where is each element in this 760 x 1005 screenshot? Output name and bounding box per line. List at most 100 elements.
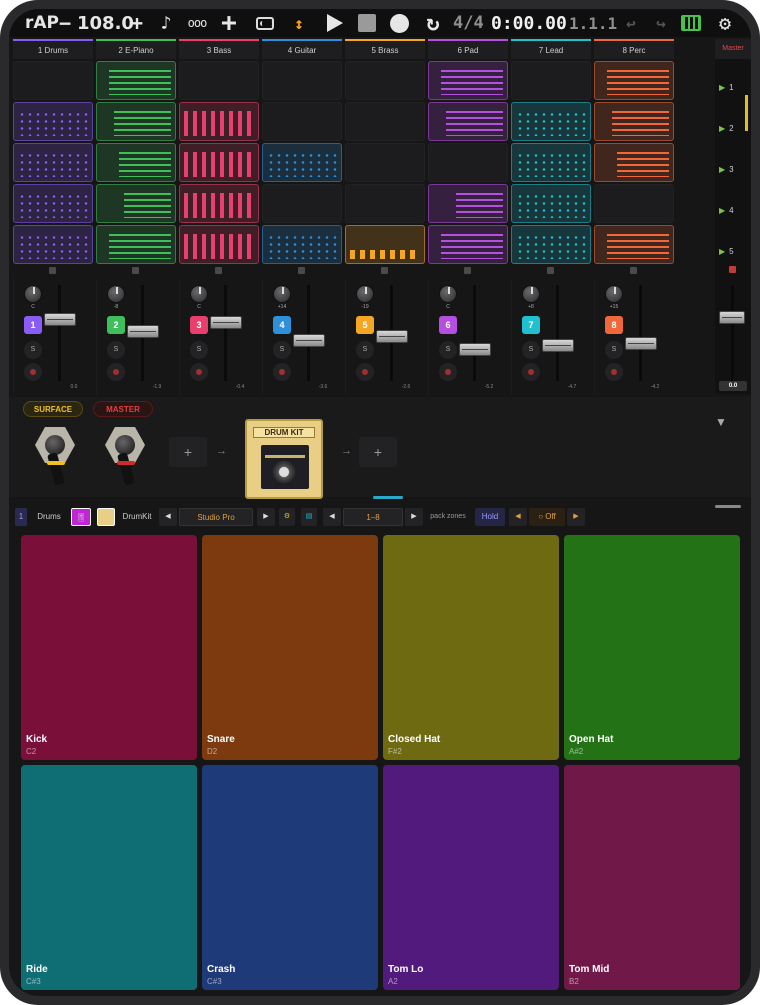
clip-stop-button[interactable] (215, 267, 222, 274)
track-header[interactable]: 1 Drums (13, 39, 93, 59)
master-label[interactable]: MASTER (93, 401, 153, 417)
collapse-icon[interactable]: ▼ (715, 415, 727, 429)
tempo-increase-button[interactable]: + (129, 11, 145, 35)
drum-pad[interactable]: Crash C#3 (202, 765, 378, 990)
channel-number-button[interactable]: 8 (605, 316, 623, 334)
clip-slot-filled[interactable] (428, 102, 508, 141)
drum-pad[interactable]: Tom Mid B2 (564, 765, 740, 990)
stop-icon[interactable] (355, 11, 379, 35)
clip-slot-filled[interactable] (511, 102, 591, 141)
cycle-icon[interactable]: ↻ (421, 11, 445, 36)
latch-prev-button[interactable]: ◀ (509, 508, 527, 526)
channel-number-button[interactable]: 6 (439, 316, 457, 334)
volume-fader[interactable] (376, 330, 408, 343)
keyboard-icon[interactable] (679, 11, 703, 35)
channel-number-button[interactable]: 2 (107, 316, 125, 334)
record-arm-button[interactable] (190, 363, 208, 381)
record-arm-button[interactable] (356, 363, 374, 381)
range-prev-button[interactable]: ◀ (323, 508, 341, 526)
document-small-icon[interactable]: ▤ (301, 508, 317, 526)
drum-kit-instrument[interactable]: DRUM KIT (245, 419, 323, 499)
clip-slot-filled[interactable] (511, 143, 591, 182)
range-next-button[interactable]: ▶ (405, 508, 423, 526)
gear-icon[interactable]: ⚙ (713, 11, 737, 35)
record-arm-button[interactable] (522, 363, 540, 381)
clip-slot-empty[interactable] (262, 102, 342, 141)
channel-number-button[interactable]: 5 (356, 316, 374, 334)
volume-fader[interactable] (542, 339, 574, 352)
clip-stop-button[interactable] (49, 267, 56, 274)
solo-button[interactable]: S (107, 341, 125, 359)
scene-launch-button[interactable]: ▶ 4 (719, 206, 747, 218)
up-down-icon[interactable]: ↕ (289, 11, 309, 35)
volume-fader[interactable] (210, 316, 242, 329)
clip-slot-filled[interactable] (345, 225, 425, 264)
track-header[interactable]: 8 Perc (594, 39, 674, 59)
clip-slot-empty[interactable] (345, 143, 425, 182)
pan-knob[interactable] (107, 285, 125, 303)
pan-knob[interactable] (190, 285, 208, 303)
add-effect-after-button[interactable]: + (359, 437, 397, 467)
track-header[interactable]: 5 Brass (345, 39, 425, 59)
channel-number-button[interactable]: 7 (522, 316, 540, 334)
record-arm-button[interactable] (24, 363, 42, 381)
play-icon[interactable] (323, 11, 347, 35)
track-header[interactable]: 6 Pad (428, 39, 508, 59)
clip-slot-filled[interactable] (262, 143, 342, 182)
clip-slot-filled[interactable] (13, 102, 93, 141)
clip-slot-filled[interactable] (511, 184, 591, 223)
scene-launch-button[interactable]: ▶ 2 (719, 124, 747, 136)
clip-slot-filled[interactable] (13, 225, 93, 264)
track-header[interactable]: 3 Bass (179, 39, 259, 59)
clip-slot-filled[interactable] (13, 184, 93, 223)
clip-slot-filled[interactable] (179, 225, 259, 264)
loop-icon[interactable]: ooo (185, 11, 209, 35)
volume-fader[interactable] (625, 337, 657, 350)
solo-button[interactable]: S (605, 341, 623, 359)
record-icon[interactable] (387, 11, 411, 35)
latch-value[interactable]: ○ Off (529, 508, 565, 526)
volume-fader[interactable] (459, 343, 491, 356)
record-arm-button[interactable] (107, 363, 125, 381)
drum-pad[interactable]: Kick C2 (21, 535, 197, 760)
clip-slot-filled[interactable] (262, 225, 342, 264)
track-header[interactable]: 2 E-Piano (96, 39, 176, 59)
redo-icon[interactable]: ↪ (651, 11, 671, 35)
time-signature[interactable]: 4/4 (453, 11, 484, 35)
track-header[interactable]: 7 Lead (511, 39, 591, 59)
latch-next-button[interactable]: ▶ (567, 508, 585, 526)
record-arm-button[interactable] (439, 363, 457, 381)
scene-launch-button[interactable]: ▶ 5 (719, 247, 747, 259)
clip-slot-filled[interactable] (179, 143, 259, 182)
volume-fader[interactable] (293, 334, 325, 347)
pan-knob[interactable] (439, 285, 457, 303)
clip-slot-filled[interactable] (179, 184, 259, 223)
channel-number-button[interactable]: 1 (24, 316, 42, 334)
tempo-value[interactable]: 108.0 (77, 11, 134, 35)
add-effect-before-button[interactable]: + (169, 437, 207, 467)
volume-fader[interactable] (44, 313, 76, 326)
solo-button[interactable]: S (356, 341, 374, 359)
clip-slot-filled[interactable] (594, 102, 674, 141)
tempo-decrease-button[interactable]: − (57, 11, 73, 35)
clip-stop-button[interactable] (630, 267, 637, 274)
clip-slot-empty[interactable] (511, 61, 591, 100)
solo-button[interactable]: S (273, 341, 291, 359)
pack-zones-button[interactable]: pack zones (427, 508, 469, 526)
hold-button[interactable]: Hold (475, 508, 505, 526)
clip-slot-empty[interactable] (262, 61, 342, 100)
clip-stop-button[interactable] (464, 267, 471, 274)
clip-slot-empty[interactable] (594, 184, 674, 223)
clip-stop-button[interactable] (547, 267, 554, 274)
scene-launch-button[interactable]: ▶ 1 (719, 83, 747, 95)
chain-resize-handle[interactable] (373, 496, 403, 499)
clip-slot-filled[interactable] (13, 143, 93, 182)
channel-number-button[interactable]: 4 (273, 316, 291, 334)
surface-joystick-icon[interactable] (27, 425, 83, 491)
preset-selector[interactable]: Studio Pro (179, 508, 253, 526)
master-track-header[interactable]: Master (715, 39, 751, 59)
surface-label[interactable]: SURFACE (23, 401, 83, 417)
drum-kit-thumb-icon[interactable] (97, 508, 115, 526)
clip-slot-empty[interactable] (345, 184, 425, 223)
clip-slot-empty[interactable] (13, 61, 93, 100)
